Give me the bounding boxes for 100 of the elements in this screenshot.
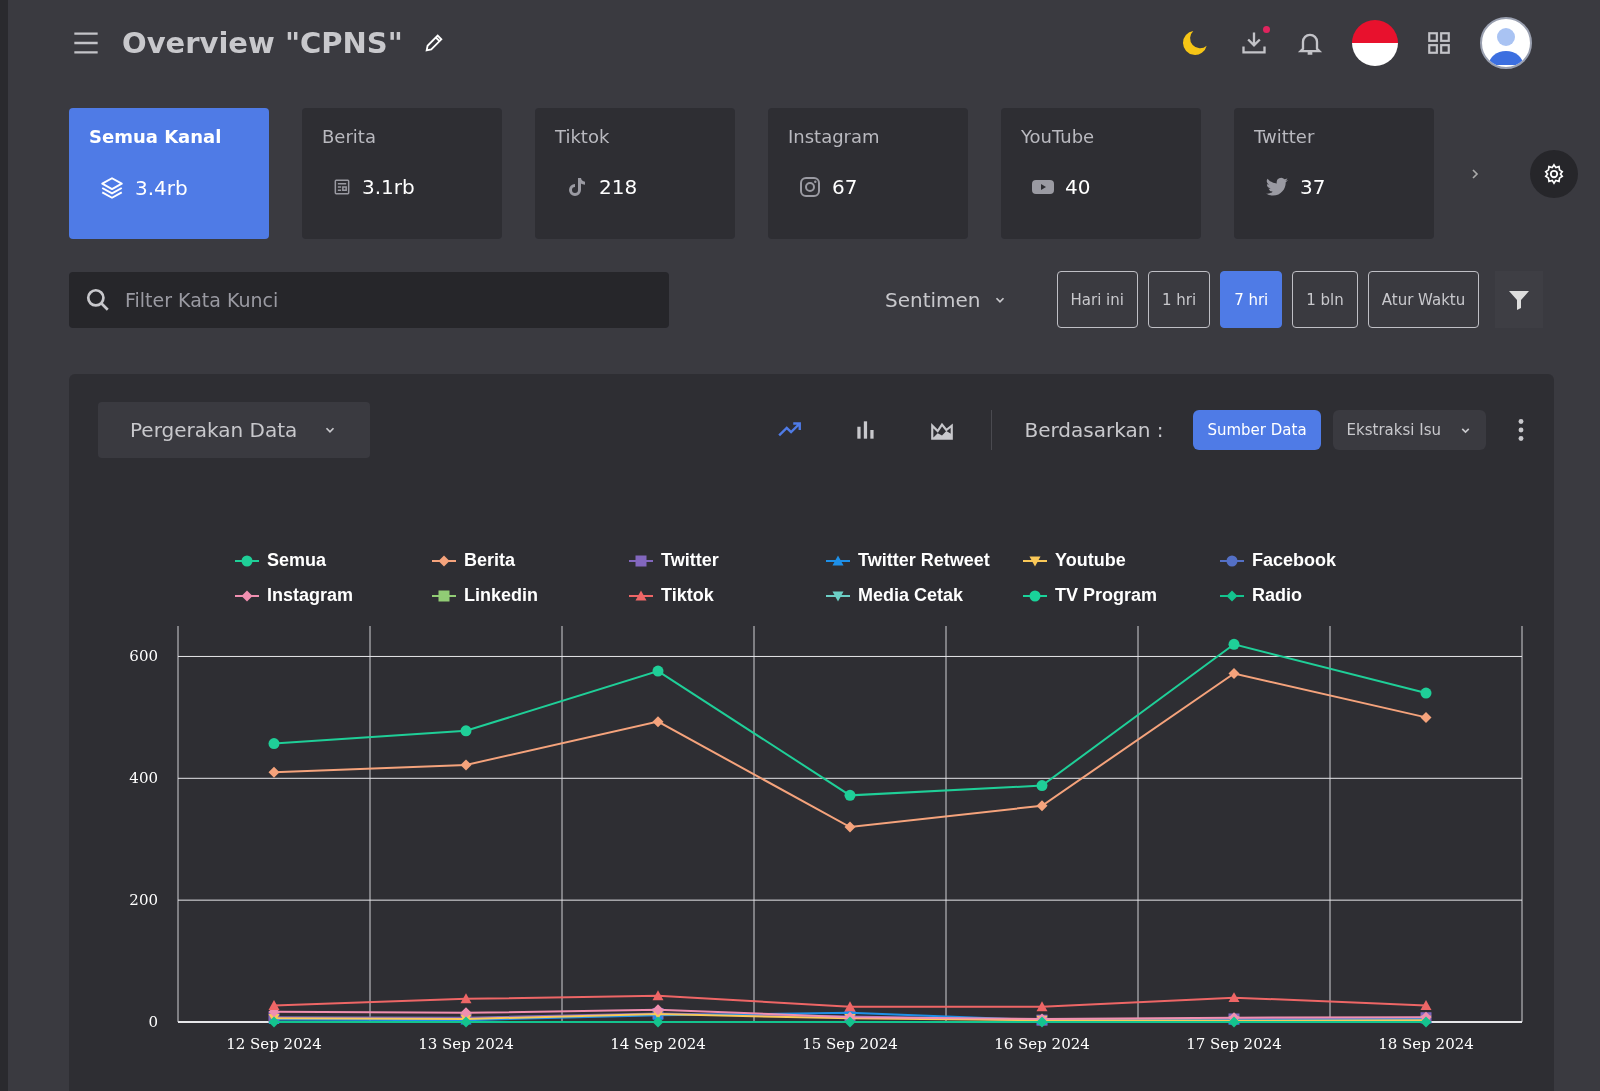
x-axis-label: 15 Sep 2024 <box>802 1035 898 1053</box>
legend-label[interactable]: Twitter <box>661 550 719 571</box>
legend-label[interactable]: Semua <box>267 550 327 571</box>
time-range-button[interactable]: Atur Waktu <box>1367 271 1480 328</box>
legend-label[interactable]: Linkedin <box>464 585 538 606</box>
point <box>1420 687 1432 699</box>
x-axis-label: 16 Sep 2024 <box>994 1035 1090 1053</box>
legend-label[interactable]: Tiktok <box>661 585 714 606</box>
legend-label[interactable]: Facebook <box>1252 550 1337 571</box>
time-range-button[interactable]: 7 hri <box>1220 271 1283 328</box>
point <box>1036 780 1048 792</box>
search-icon <box>85 286 111 313</box>
point <box>268 1016 280 1028</box>
legend-label[interactable]: Instagram <box>267 585 354 606</box>
channel-label: Tiktok <box>555 126 611 147</box>
legend-marker-icon <box>432 588 456 603</box>
point <box>460 993 472 1004</box>
x-axis-label: 17 Sep 2024 <box>1186 1035 1282 1053</box>
point <box>460 1007 472 1019</box>
channel-card[interactable]: Twitter 37 <box>1234 108 1434 239</box>
point <box>844 789 856 801</box>
legend-marker-icon <box>629 588 653 603</box>
channel-label: Berita <box>322 126 377 147</box>
legend-label[interactable]: Twitter Retweet <box>858 550 990 571</box>
sentiment-dropdown[interactable]: Sentimen <box>879 286 1013 313</box>
basis-button[interactable]: Sumber Data <box>1193 410 1321 450</box>
legend-label[interactable]: Media Cetak <box>858 585 964 606</box>
more-options-button[interactable] <box>1518 419 1524 441</box>
point <box>1420 1000 1432 1010</box>
legend-marker-icon <box>1220 553 1244 568</box>
flag-icon <box>1352 20 1398 66</box>
time-range-button[interactable]: Hari ini <box>1056 271 1138 328</box>
point <box>652 990 664 1001</box>
channel-count: 67 <box>832 175 858 199</box>
point <box>1228 638 1240 650</box>
point <box>268 738 280 750</box>
basis-label: Berdasarkan : <box>1024 418 1164 442</box>
point <box>268 1000 280 1010</box>
view-dropdown[interactable]: Pergerakan Data <box>98 402 370 458</box>
point <box>1036 800 1048 812</box>
point <box>844 1001 856 1012</box>
channel-label: YouTube <box>1021 126 1096 147</box>
legend-marker-icon <box>629 553 653 568</box>
filter-button[interactable] <box>1495 271 1544 328</box>
channel-card[interactable]: Tiktok 218 <box>535 108 735 239</box>
channel-count: 218 <box>599 175 638 199</box>
channel-card[interactable]: Semua Kanal 3.4rb <box>69 108 269 239</box>
legend-label[interactable]: Berita <box>464 550 516 571</box>
page-title: Overview "CPNS" <box>122 26 403 60</box>
point <box>652 716 664 728</box>
channel-label: Semua Kanal <box>89 126 223 147</box>
y-axis-label: 0 <box>148 1013 158 1031</box>
point <box>652 665 664 677</box>
layers-icon <box>99 175 125 201</box>
x-axis-label: 18 Sep 2024 <box>1378 1035 1474 1053</box>
settings-button[interactable] <box>1530 149 1578 198</box>
settings-icon <box>1543 162 1565 185</box>
grid-icon <box>1426 30 1452 56</box>
y-axis-label: 400 <box>129 769 158 788</box>
channel-card[interactable]: YouTube 40 <box>1001 108 1201 239</box>
kebab-icon <box>1518 419 1524 441</box>
point <box>1228 992 1240 1003</box>
time-range-button[interactable]: 1 hri <box>1147 271 1211 328</box>
legend-marker-icon <box>235 553 259 568</box>
y-axis-label: 200 <box>129 891 158 910</box>
x-axis-label: 14 Sep 2024 <box>610 1035 706 1053</box>
channel-count: 3.1rb <box>362 175 415 199</box>
channel-card[interactable]: Berita 3.1rb <box>302 108 502 239</box>
legend-marker-icon <box>1023 588 1047 603</box>
legend-label[interactable]: TV Program <box>1055 585 1158 606</box>
y-axis-label: 600 <box>129 647 158 666</box>
point <box>1228 668 1240 680</box>
channel-card[interactable]: Instagram 67 <box>768 108 968 239</box>
newspaper-icon <box>332 177 352 197</box>
legend-label[interactable]: Youtube <box>1055 550 1126 571</box>
avatar-icon[interactable] <box>1480 17 1532 69</box>
point <box>1036 1001 1048 1012</box>
point <box>1420 711 1432 723</box>
camera-icon <box>798 175 822 199</box>
channel-label: Instagram <box>788 126 881 147</box>
channel-count: 37 <box>1300 175 1326 199</box>
x-axis-label: 12 Sep 2024 <box>226 1035 322 1053</box>
point <box>652 1016 664 1028</box>
basis-dropdown[interactable]: Ekstraksi Isu <box>1332 410 1486 450</box>
bird-icon <box>1264 175 1290 199</box>
legend-marker-icon <box>826 553 850 568</box>
x-axis-label: 13 Sep 2024 <box>418 1035 514 1053</box>
legend-marker-icon <box>235 588 259 603</box>
legend-marker-icon <box>1220 588 1244 603</box>
point <box>460 759 472 771</box>
legend-marker-icon <box>432 553 456 568</box>
point <box>844 821 856 833</box>
channel-label: Twitter <box>1254 126 1316 147</box>
time-range-button[interactable]: 1 bln <box>1292 271 1358 328</box>
channel-count: 40 <box>1065 175 1091 199</box>
point <box>268 766 280 778</box>
legend-label[interactable]: Radio <box>1252 585 1302 606</box>
channel-count: 3.4rb <box>135 176 188 200</box>
search-field[interactable]: Filter Kata Kunci <box>69 271 669 328</box>
point <box>844 1016 856 1028</box>
